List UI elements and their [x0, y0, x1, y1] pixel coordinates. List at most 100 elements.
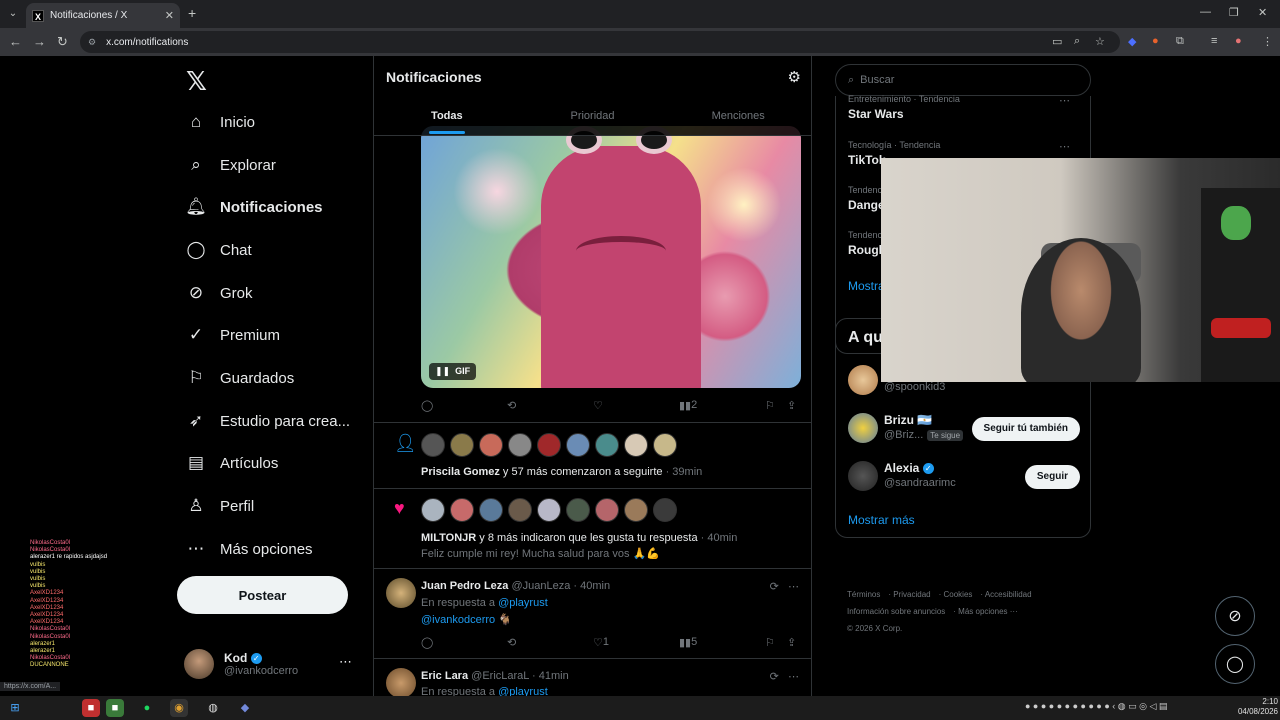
- avatar[interactable]: [421, 498, 445, 522]
- like-notification-text[interactable]: MILTONJR y 8 más indicaron que les gusta…: [421, 532, 737, 544]
- follow-notification-text[interactable]: Priscila Gomez y 57 más comenzaron a seg…: [421, 466, 702, 478]
- back-icon[interactable]: ←: [9, 34, 22, 49]
- bookmark-icon[interactable]: ⚐: [765, 636, 775, 649]
- restore-icon[interactable]: ❐: [1229, 6, 1239, 19]
- nav-item-chat[interactable]: ◯ Chat: [184, 230, 251, 270]
- follow-button[interactable]: Seguir: [1024, 465, 1080, 489]
- footer-link[interactable]: Más opciones ···: [958, 607, 1018, 616]
- avatar[interactable]: [624, 433, 648, 457]
- reply-to-link[interactable]: @playrust: [498, 597, 548, 609]
- minimize-icon[interactable]: —: [1200, 6, 1211, 18]
- follow-suggestion[interactable]: Alexia ✓ @sandraarimc Seguir: [848, 461, 1080, 497]
- tweet-more-icon[interactable]: ⟳ ⋯: [770, 670, 799, 683]
- notif-user-name[interactable]: Priscila Gomez: [421, 466, 500, 478]
- avatar[interactable]: [386, 578, 416, 608]
- avatar[interactable]: [848, 365, 878, 395]
- footer-link[interactable]: Accesibilidad: [985, 590, 1032, 599]
- tab-close-icon[interactable]: ✕: [165, 9, 174, 22]
- post-button[interactable]: Postear: [177, 576, 348, 614]
- footer-link[interactable]: Información sobre anuncios: [847, 607, 945, 616]
- bookmark-star-icon[interactable]: ☆: [1095, 35, 1105, 48]
- nav-item-more[interactable]: ⋯ Más opciones: [184, 529, 313, 569]
- avatar[interactable]: [595, 498, 619, 522]
- avatar[interactable]: [653, 498, 677, 522]
- account-switcher[interactable]: Kod ✓ @ivankodcerro ⋯: [184, 644, 364, 684]
- avatar[interactable]: [479, 433, 503, 457]
- views-icon[interactable]: ▮▮ 5: [679, 636, 697, 649]
- footer-link[interactable]: Privacidad: [893, 590, 930, 599]
- gif-badge[interactable]: ❚❚ GIF: [429, 363, 477, 380]
- trend-more-icon[interactable]: ⋯: [1059, 140, 1070, 153]
- reply-to-link[interactable]: @playrust: [498, 686, 548, 696]
- nav-item-grok[interactable]: ⊘ Grok: [184, 273, 253, 313]
- avatar[interactable]: [479, 498, 503, 522]
- chrome-icon[interactable]: ◉: [170, 699, 188, 717]
- share-icon[interactable]: ⇪: [787, 636, 796, 649]
- nav-item-articles[interactable]: ▤ Artículos: [184, 443, 278, 483]
- share-icon[interactable]: ⇪: [787, 399, 796, 412]
- tweet-more-icon[interactable]: ⟳ ⋯: [770, 580, 799, 593]
- taskbar-clock[interactable]: 2:10 04/08/2026: [1228, 697, 1278, 717]
- tweet-author-name[interactable]: Eric Lara: [421, 670, 468, 682]
- nav-item-bookmarks[interactable]: ⚐ Guardados: [184, 358, 294, 398]
- avatar[interactable]: [595, 433, 619, 457]
- nav-item-explore[interactable]: ⌕ Explorar: [184, 145, 276, 185]
- avatar[interactable]: [537, 433, 561, 457]
- reply-icon[interactable]: ◯: [421, 636, 433, 649]
- avatar[interactable]: [508, 498, 532, 522]
- footer-link[interactable]: Cookies: [943, 590, 972, 599]
- forward-icon[interactable]: →: [33, 34, 46, 49]
- avatar[interactable]: [653, 433, 677, 457]
- account-more-icon[interactable]: ⋯: [339, 654, 352, 670]
- avatar[interactable]: [566, 433, 590, 457]
- tab-all[interactable]: Todas: [374, 104, 520, 136]
- spotify-icon[interactable]: ●: [138, 699, 156, 717]
- grok-fab-icon[interactable]: ⊘: [1215, 596, 1255, 636]
- avatar[interactable]: [566, 498, 590, 522]
- nav-item-notifications[interactable]: 🔔︎ Notificaciones: [184, 187, 322, 227]
- extension-icon[interactable]: ●: [1152, 35, 1159, 47]
- follow-show-more-link[interactable]: Mostrar más: [848, 513, 915, 527]
- avatar[interactable]: [386, 668, 416, 696]
- retweet-icon[interactable]: ⟲: [507, 399, 516, 412]
- address-bar[interactable]: ⚙ x.com/notifications: [80, 31, 1120, 53]
- trend-item[interactable]: Entretenimiento · Tendencia Star Wars ⋯: [848, 94, 1078, 121]
- x-logo-icon[interactable]: 𝕏: [186, 66, 207, 97]
- nav-item-creator-studio[interactable]: ➶ Estudio para crea...: [184, 401, 350, 441]
- tab-priority[interactable]: Prioridad: [520, 104, 666, 136]
- discord-icon[interactable]: ◆: [236, 699, 254, 717]
- profile-avatar-icon[interactable]: ●: [1235, 35, 1242, 47]
- retweet-icon[interactable]: ⟲: [507, 636, 516, 649]
- reply-icon[interactable]: ◯: [421, 399, 433, 412]
- taskbar-app-icon[interactable]: ■: [82, 699, 100, 717]
- extension-icon[interactable]: ◆: [1128, 35, 1136, 48]
- nav-item-home[interactable]: ⌂ Inicio: [184, 102, 255, 142]
- cast-icon[interactable]: ▭: [1052, 35, 1062, 48]
- system-tray-icons[interactable]: ● ● ● ● ● ● ● ● ● ● ● ‹ ◍ ▭ ◎ ◁ ▤: [1025, 701, 1167, 712]
- trends-show-more-link[interactable]: Mostra: [848, 279, 885, 293]
- site-info-icon[interactable]: ⚙: [88, 37, 96, 48]
- nav-item-premium[interactable]: ✓ Premium: [184, 315, 280, 355]
- like-icon[interactable]: ♡ 1: [593, 636, 609, 649]
- avatar[interactable]: [848, 461, 878, 491]
- avatar[interactable]: [848, 413, 878, 443]
- follow-back-button[interactable]: Seguir tú también: [971, 417, 1080, 441]
- bookmark-icon[interactable]: ⚐: [765, 399, 775, 412]
- footer-link[interactable]: Términos: [847, 590, 880, 599]
- search-input[interactable]: ⌕ Buscar: [835, 64, 1091, 96]
- tweet-author-handle[interactable]: @EricLaraL: [471, 670, 529, 682]
- new-tab-button[interactable]: +: [188, 5, 196, 21]
- zoom-icon[interactable]: ⌕: [1074, 35, 1080, 48]
- tweet-author-handle[interactable]: @JuanLeza: [511, 580, 570, 592]
- gif-media[interactable]: ❚❚ GIF: [421, 126, 801, 388]
- mention-link[interactable]: @ivankodcerro: [421, 614, 495, 626]
- reading-list-icon[interactable]: ≡: [1211, 35, 1217, 47]
- tab-list-button[interactable]: ⌄: [4, 5, 22, 23]
- taskbar-app-icon[interactable]: ■: [106, 699, 124, 717]
- avatar[interactable]: [421, 433, 445, 457]
- obs-icon[interactable]: ◍: [204, 699, 222, 717]
- like-icon[interactable]: ♡: [593, 399, 603, 412]
- tweet-author-name[interactable]: Juan Pedro Leza: [421, 580, 508, 592]
- windows-start-icon[interactable]: ⊞: [6, 699, 24, 717]
- avatar[interactable]: [624, 498, 648, 522]
